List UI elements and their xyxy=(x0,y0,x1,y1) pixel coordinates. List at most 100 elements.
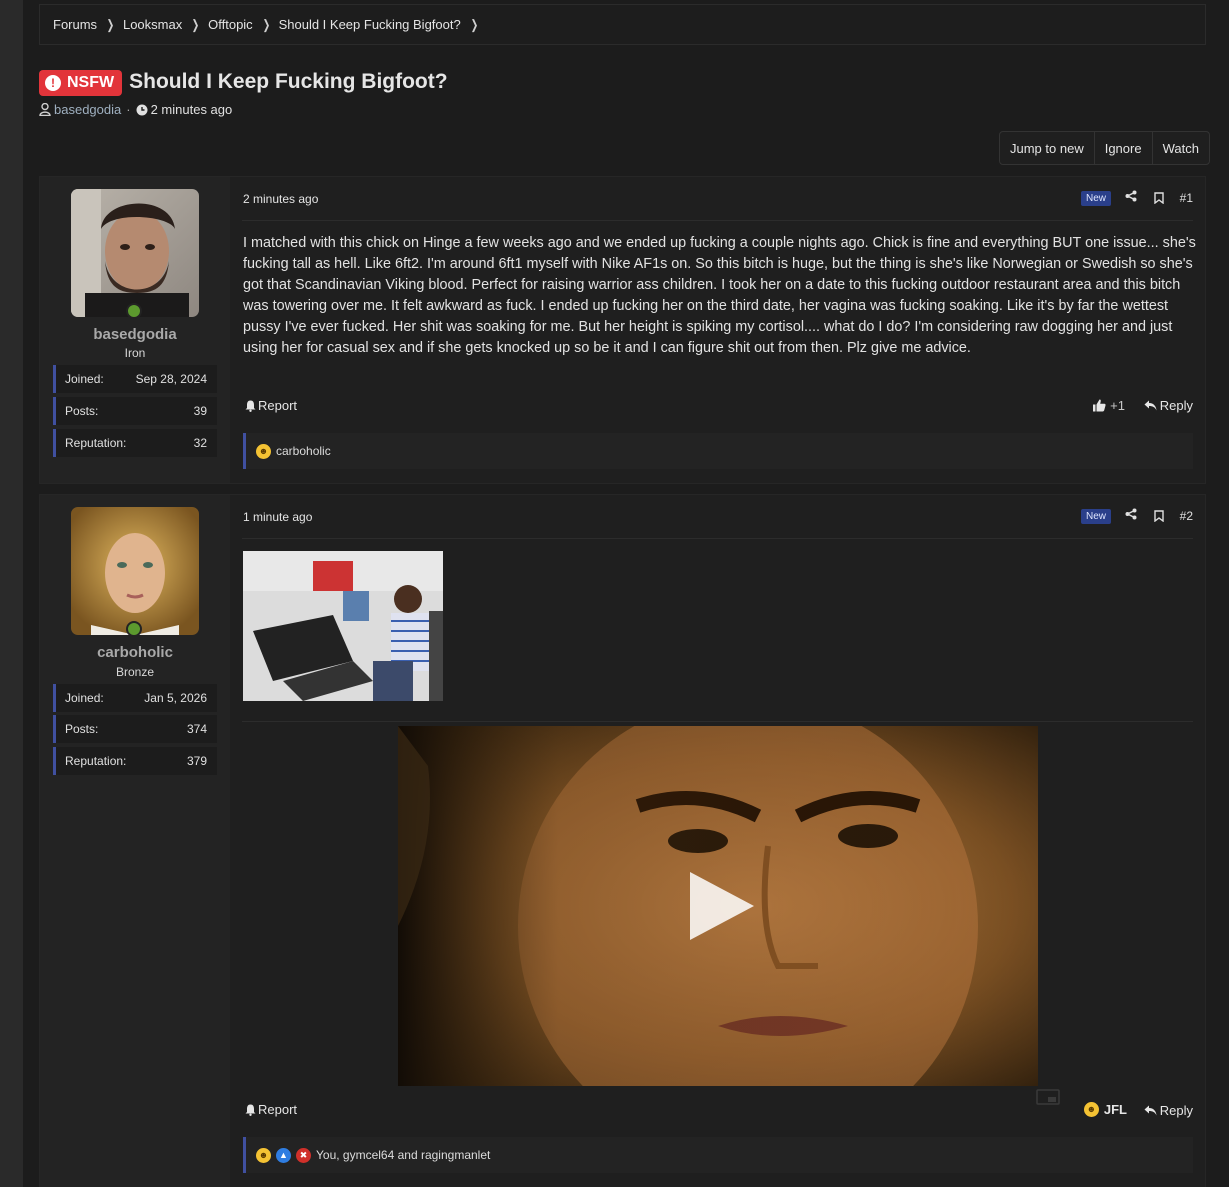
post-header: 2 minutes ago New #1 xyxy=(242,177,1193,221)
post-1: basedgodia Iron Joined: Sep 28, 2024 Post… xyxy=(39,176,1206,484)
stat-reputation: Reputation: 32 xyxy=(53,429,217,457)
report-label: Report xyxy=(258,398,298,413)
thumbs-up-icon xyxy=(1093,399,1106,412)
bookmark-icon[interactable] xyxy=(1154,192,1164,207)
post-number-link[interactable]: #2 xyxy=(1180,509,1193,523)
react-button[interactable]: ☻ JFL xyxy=(1083,1102,1127,1117)
stat-label: Joined: xyxy=(65,372,104,386)
post-header: 1 minute ago New #2 xyxy=(242,495,1193,539)
page-title: Should I Keep Fucking Bigfoot? xyxy=(129,69,448,93)
report-label: Report xyxy=(258,1102,298,1117)
react-button[interactable]: +1 xyxy=(1092,398,1125,413)
laughing-emoji-icon: ☻ xyxy=(1083,1102,1099,1117)
stat-posts: Posts: 374 xyxy=(53,715,217,743)
reply-label: Reply xyxy=(1159,398,1193,413)
post-2: carboholic Bronze Joined: Jan 5, 2026 Pos… xyxy=(39,494,1206,1187)
stat-reputation: Reputation: 379 xyxy=(53,747,217,775)
breadcrumb-thread[interactable]: Should I Keep Fucking Bigfoot? ❯ xyxy=(279,17,487,33)
stat-label: Reputation: xyxy=(65,436,127,450)
watch-button[interactable]: Watch xyxy=(1153,132,1209,164)
separator: · xyxy=(126,102,131,117)
bookmark-icon[interactable] xyxy=(1154,510,1164,525)
user-rank: Iron xyxy=(124,346,146,360)
breadcrumb-offtopic[interactable]: Offtopic ❯ xyxy=(208,17,278,33)
post-time[interactable]: 1 minute ago xyxy=(243,510,312,524)
stat-label: Posts: xyxy=(65,722,99,736)
reply-icon xyxy=(1144,1105,1157,1116)
reacted-users[interactable]: carboholic xyxy=(276,444,331,458)
reply-label: Reply xyxy=(1159,1103,1193,1118)
ignore-button[interactable]: Ignore xyxy=(1095,132,1153,164)
online-status-indicator xyxy=(126,621,142,637)
stat-value: Sep 28, 2024 xyxy=(135,372,207,386)
bell-icon xyxy=(245,1104,256,1116)
alert-icon: ! xyxy=(45,75,61,91)
reaction-label: JFL xyxy=(1103,1102,1127,1117)
stat-value: Jan 5, 2026 xyxy=(144,691,207,705)
chevron-right-icon: ❯ xyxy=(470,16,478,32)
reactions-bar[interactable]: ☻ ▲ ✖ You, gymcel64 and ragingmanlet xyxy=(243,1137,1193,1173)
post-time[interactable]: 2 minutes ago xyxy=(243,192,318,206)
chevron-right-icon: ❯ xyxy=(262,16,270,32)
picture-in-picture-icon[interactable] xyxy=(1036,1089,1060,1105)
thread-meta: basedgodia · 2 minutes ago xyxy=(39,102,232,117)
breadcrumb-forums[interactable]: Forums ❯ xyxy=(53,17,123,33)
stat-label: Posts: xyxy=(65,404,99,418)
nsfw-prefix-badge[interactable]: ! NSFW xyxy=(39,70,123,96)
nsfw-label: NSFW xyxy=(67,74,115,91)
stat-label: Joined: xyxy=(65,691,104,705)
post-user-sidebar: basedgodia Iron Joined: Sep 28, 2024 Post… xyxy=(40,177,230,483)
reply-button[interactable]: Reply xyxy=(1144,1103,1193,1118)
thread-time[interactable]: 2 minutes ago xyxy=(151,102,233,117)
thread-actions: Jump to new Ignore Watch xyxy=(999,131,1210,165)
new-badge: New xyxy=(1080,509,1111,524)
attached-image[interactable] xyxy=(243,551,443,701)
chevron-right-icon: ❯ xyxy=(191,16,200,32)
breadcrumb-label: Forums xyxy=(53,17,98,32)
post-body: I matched with this chick on Hinge a few… xyxy=(243,235,1196,356)
reacted-users[interactable]: You, gymcel64 and ragingmanlet xyxy=(316,1148,490,1162)
laughing-emoji-icon: ☻ xyxy=(256,443,271,459)
clock-icon xyxy=(136,104,148,115)
thread-author-link[interactable]: basedgodia xyxy=(54,102,121,117)
bell-icon xyxy=(245,400,256,412)
post-username[interactable]: carboholic xyxy=(40,644,230,661)
breadcrumb-label: Should I Keep Fucking Bigfoot? xyxy=(278,17,461,32)
share-icon[interactable] xyxy=(1125,508,1137,523)
stat-joined: Joined: Sep 28, 2024 xyxy=(53,365,217,393)
user-rank: Bronze xyxy=(115,665,155,679)
angry-emoji-icon: ✖ xyxy=(296,1147,311,1163)
chevron-right-icon: ❯ xyxy=(106,16,115,32)
divider xyxy=(242,721,1193,722)
post-number-link[interactable]: #1 xyxy=(1180,191,1193,205)
report-button[interactable]: Report xyxy=(245,1102,297,1117)
stat-value: 374 xyxy=(186,722,207,736)
reaction-count: +1 xyxy=(1110,398,1125,413)
stat-posts: Posts: 39 xyxy=(53,397,217,425)
post-main: 1 minute ago New #2 Report ☻ JFL Reply ☻… xyxy=(242,495,1193,1187)
laughing-emoji-icon: ☻ xyxy=(256,1147,271,1163)
post-username[interactable]: basedgodia xyxy=(40,326,230,343)
avatar[interactable] xyxy=(71,507,199,635)
post-main: 2 minutes ago New #1 I matched with this… xyxy=(242,177,1196,483)
stat-label: Reputation: xyxy=(65,754,127,768)
thread-title-row: ! NSFW Should I Keep Fucking Bigfoot? xyxy=(39,67,448,96)
share-icon[interactable] xyxy=(1125,190,1137,205)
reply-button[interactable]: Reply xyxy=(1144,398,1193,413)
breadcrumb-label: Looksmax xyxy=(122,17,183,32)
online-status-indicator xyxy=(126,303,142,319)
new-badge: New xyxy=(1080,191,1111,206)
avatar[interactable] xyxy=(71,189,199,317)
reactions-bar[interactable]: ☻ carboholic xyxy=(243,433,1193,469)
video-player[interactable] xyxy=(398,726,1038,1086)
user-icon xyxy=(39,103,51,116)
breadcrumb-looksmax[interactable]: Looksmax ❯ xyxy=(123,17,208,33)
stat-joined: Joined: Jan 5, 2026 xyxy=(53,684,217,712)
play-icon[interactable] xyxy=(686,868,758,944)
jump-to-new-button[interactable]: Jump to new xyxy=(1000,132,1095,164)
post-user-sidebar: carboholic Bronze Joined: Jan 5, 2026 Pos… xyxy=(40,495,230,1187)
report-button[interactable]: Report xyxy=(245,398,297,413)
stat-value: 32 xyxy=(193,436,207,450)
breadcrumb-label: Offtopic xyxy=(208,17,253,32)
stat-value: 379 xyxy=(186,754,207,768)
